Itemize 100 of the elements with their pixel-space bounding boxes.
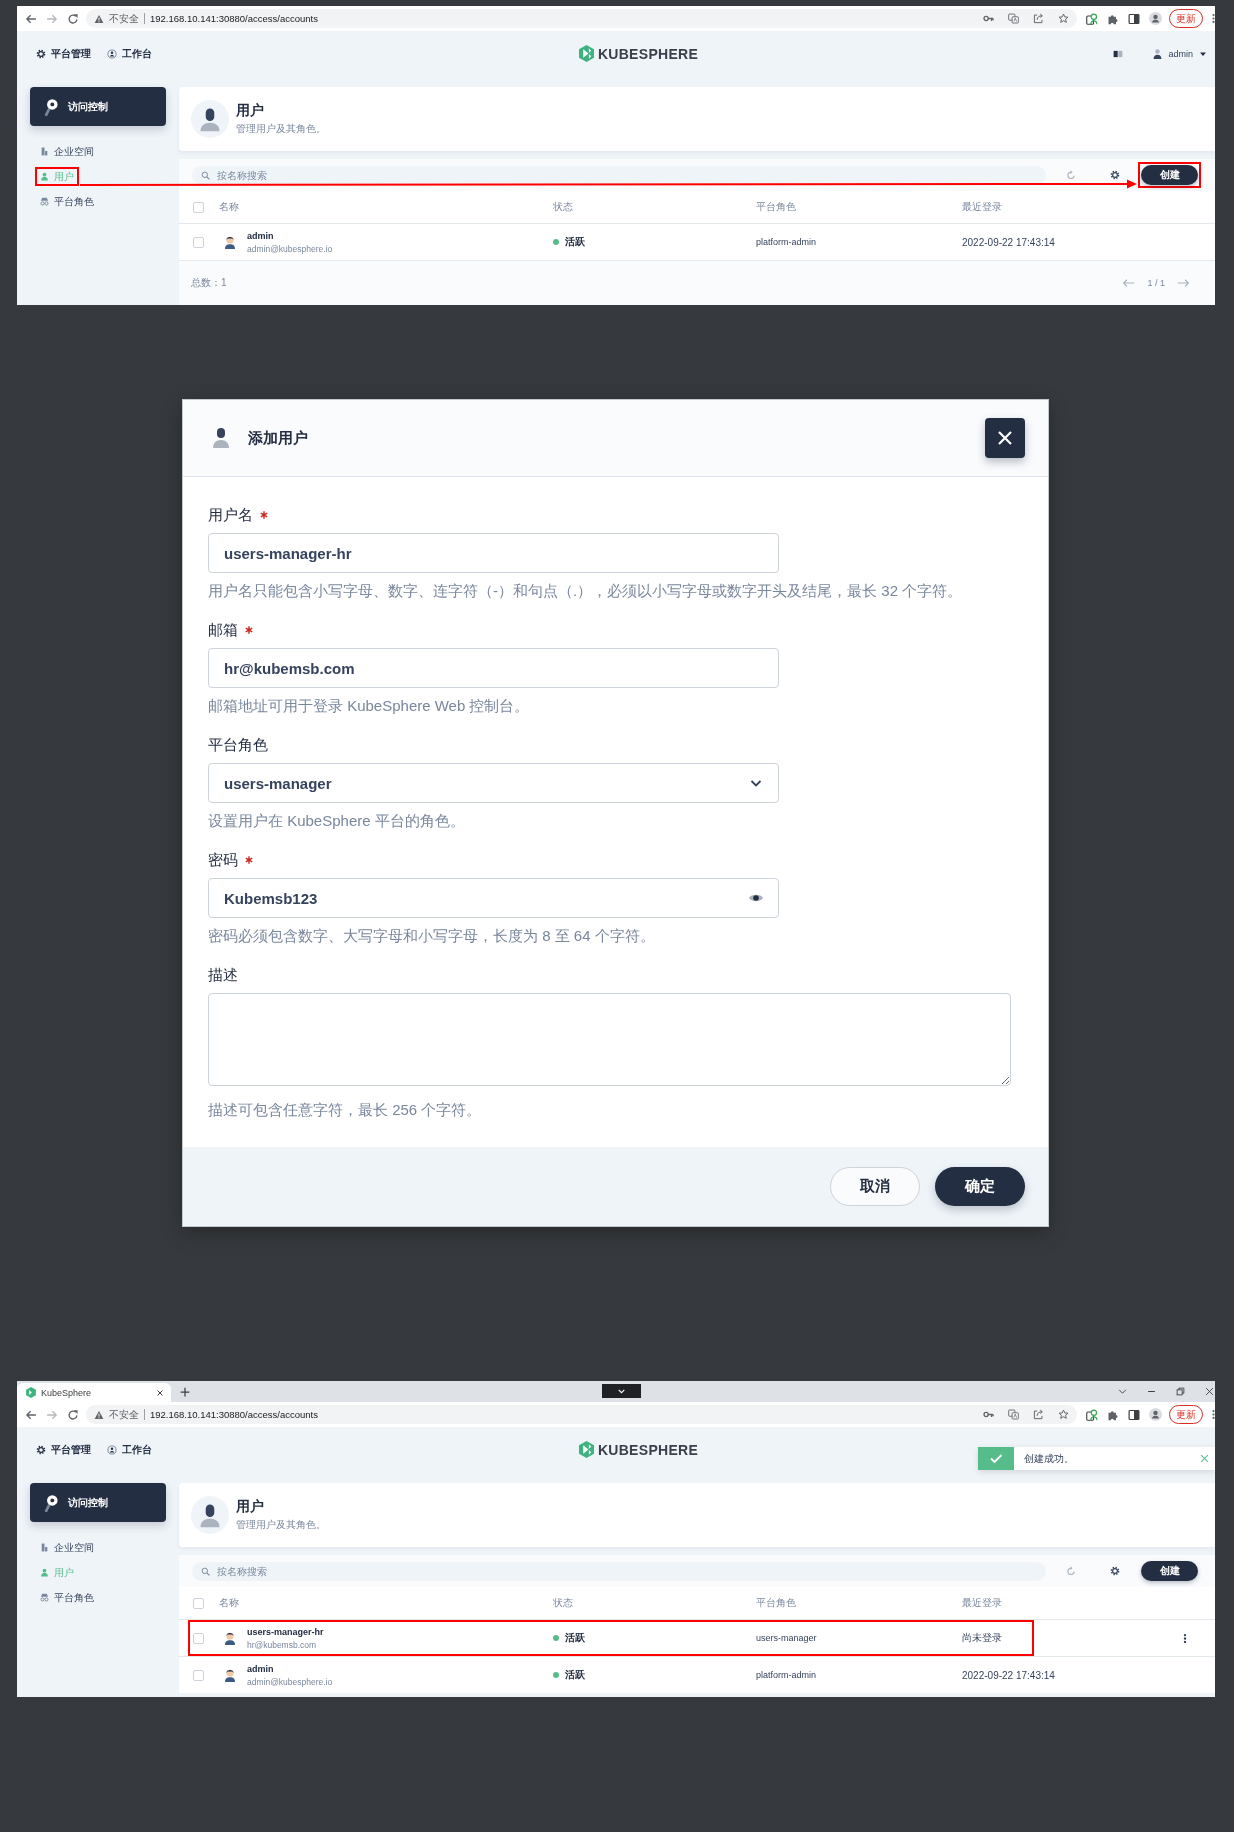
field-hint: 用户名只能包含小写字母、数字、连字符（-）和句点（.），必须以小写字母或数字开头及结尾，最长 32 个字符。 [208, 581, 964, 601]
back-icon[interactable] [25, 12, 37, 25]
checkbox[interactable] [193, 236, 204, 248]
side-panel-icon[interactable] [1128, 12, 1140, 25]
cancel-button[interactable]: 取消 [830, 1167, 920, 1206]
chevron-down-icon[interactable] [1118, 1387, 1127, 1396]
user-name: users-manager-hr [247, 1626, 324, 1637]
translate-icon[interactable] [1008, 13, 1019, 24]
book-icon[interactable] [1113, 48, 1124, 59]
user-avatar-icon [191, 100, 229, 138]
table-cell-text: 尚未登录 [962, 1631, 1003, 1645]
close-icon[interactable] [1205, 1387, 1214, 1396]
search-field[interactable]: 按名称搜索 [192, 1561, 1046, 1581]
restore-icon[interactable] [1176, 1387, 1185, 1396]
table-cell-text: users-manager [756, 1633, 818, 1643]
page-title: 用户 [236, 1498, 265, 1516]
puzzle-icon[interactable] [1107, 1408, 1119, 1421]
settings-icon[interactable] [1110, 170, 1120, 180]
create-button[interactable]: 创建 [1141, 1561, 1198, 1581]
user-menu[interactable]: admin [1153, 48, 1207, 59]
dropdown[interactable]: users-manager [208, 763, 779, 803]
gear-icon [36, 1444, 46, 1455]
checkbox[interactable] [193, 1632, 204, 1644]
eye-icon[interactable] [748, 892, 764, 904]
profile-icon[interactable] [1149, 1408, 1162, 1421]
password-field[interactable]: Kubemsb123 [208, 878, 779, 918]
warning-icon [94, 1409, 104, 1420]
logo-icon [578, 1441, 594, 1458]
textarea-field[interactable] [208, 993, 1011, 1086]
input-field[interactable]: hr@kubemsb.com [208, 648, 779, 688]
field-hint: 设置用户在 KubeSphere 平台的角色。 [208, 811, 466, 831]
reload-icon[interactable] [67, 1408, 79, 1421]
sidebar-item[interactable]: 平台角色 [37, 194, 97, 209]
nav-item[interactable]: 工作台 [107, 1442, 152, 1457]
key-icon [44, 1493, 58, 1512]
share-icon[interactable] [1033, 1409, 1044, 1420]
settings-icon[interactable] [1110, 1566, 1120, 1576]
input-field[interactable]: users-manager-hr [208, 533, 779, 573]
column-header: 状态 [553, 200, 574, 214]
user-email: admin@kubesphere.io [247, 243, 333, 254]
plus-icon[interactable] [180, 1386, 190, 1397]
warning-icon [94, 13, 104, 24]
checkbox[interactable] [193, 1669, 204, 1681]
create-button[interactable]: 创建 [1141, 165, 1198, 185]
checkbox[interactable] [193, 201, 204, 213]
search-field[interactable]: 按名称搜索 [192, 165, 1046, 185]
total-count: 总数：1 [191, 276, 227, 290]
more-icon[interactable] [1212, 1409, 1215, 1420]
extension-icon[interactable] [1086, 1408, 1098, 1421]
search-icon [201, 1566, 210, 1576]
field-hint: 邮箱地址可用于登录 KubeSphere Web 控制台。 [208, 696, 531, 716]
page-title: 用户 [236, 102, 265, 120]
field-label: 邮箱 [208, 620, 238, 640]
key-icon[interactable] [983, 13, 994, 24]
address-bar[interactable]: 不安全 192.168.10.141:30880/access/accounts [86, 1405, 1077, 1424]
url-text: 192.168.10.141:30880/access/accounts [150, 13, 318, 24]
page-description: 管理用户及其角色。 [236, 122, 326, 136]
avatar-icon [224, 235, 236, 249]
back-icon[interactable] [25, 1408, 37, 1421]
close-button[interactable] [985, 418, 1025, 458]
confirm-button[interactable]: 确定 [935, 1167, 1025, 1206]
share-icon[interactable] [1033, 13, 1044, 24]
nav-item[interactable]: 工作台 [107, 46, 152, 61]
update-button[interactable]: 更新 [1169, 9, 1203, 28]
key-icon[interactable] [983, 1409, 994, 1420]
profile-icon[interactable] [1149, 12, 1162, 25]
update-button[interactable]: 更新 [1169, 1405, 1203, 1424]
puzzle-icon[interactable] [1107, 12, 1119, 25]
workbench-icon [107, 1444, 117, 1455]
table-cell-text: 2022-09-22 17:43:14 [962, 1669, 1056, 1681]
more-icon[interactable] [1183, 1632, 1187, 1644]
checkbox[interactable] [193, 1597, 204, 1609]
avatar-icon [224, 1668, 236, 1682]
sidebar-item[interactable]: 平台角色 [37, 1590, 97, 1605]
nav-item[interactable]: 平台管理 [36, 1442, 91, 1457]
user-icon [1153, 48, 1163, 59]
side-panel-icon[interactable] [1128, 1408, 1140, 1421]
star-icon[interactable] [1058, 1409, 1069, 1420]
star-icon[interactable] [1058, 13, 1069, 24]
close-icon[interactable] [156, 1388, 164, 1397]
extension-icon[interactable] [1086, 12, 1098, 25]
sidebar-item[interactable]: 企业空间 [37, 1540, 97, 1555]
field-hint: 描述可包含任意字符，最长 256 个字符。 [208, 1100, 483, 1120]
key-icon [44, 97, 58, 116]
reload-icon[interactable] [67, 12, 79, 25]
role-icon [40, 1593, 49, 1602]
more-icon[interactable] [1212, 13, 1215, 24]
browser-tab[interactable]: KubeSphere [17, 1383, 171, 1402]
close-icon [997, 430, 1013, 446]
address-bar[interactable]: 不安全 192.168.10.141:30880/access/accounts [86, 9, 1077, 28]
table-cell-text: platform-admin [756, 1670, 818, 1680]
logo-text: KUBESPHERE [597, 1441, 699, 1458]
nav-item[interactable]: 平台管理 [36, 46, 91, 61]
field-label: 平台角色 [208, 735, 268, 755]
status-dot-icon [553, 1672, 559, 1678]
dropdown-button[interactable] [602, 1384, 641, 1398]
sidebar-title: 访问控制 [68, 99, 108, 114]
column-header: 状态 [553, 1596, 574, 1610]
translate-icon[interactable] [1008, 1409, 1019, 1420]
sidebar-item[interactable]: 企业空间 [37, 144, 97, 159]
